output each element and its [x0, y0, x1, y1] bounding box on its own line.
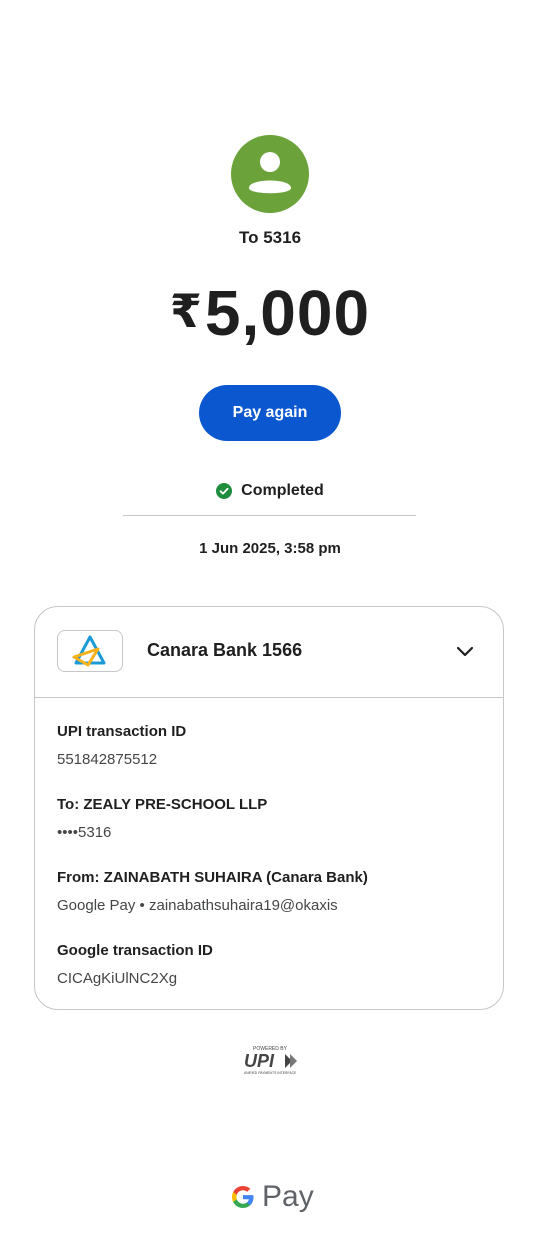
recipient-label: To 5316: [238, 228, 302, 247]
divider: [123, 515, 416, 516]
google-g-icon: [232, 1186, 254, 1208]
recipient-avatar: [231, 135, 309, 213]
google-pay-logo: Pay: [229, 1180, 314, 1214]
bank-account-row[interactable]: Canara Bank 1566: [35, 607, 503, 698]
amount-value: 5,000: [204, 277, 371, 349]
upi-wordmark: UPI: [244, 1051, 275, 1071]
from-label: From: ZAINABATH SUHAIRA (Canara Bank): [57, 869, 368, 886]
upi-transaction-id-label: UPI transaction ID: [57, 723, 187, 740]
status-row: Completed: [0, 482, 540, 500]
pay-again-button[interactable]: Pay again: [199, 385, 341, 441]
bank-name: Canara Bank 1566: [147, 640, 303, 660]
currency-symbol: ₹: [169, 285, 203, 337]
check-circle-icon: [216, 483, 233, 499]
from-account-value: Google Pay • zainabathsuhaira19@okaxis: [57, 897, 338, 914]
upi-tagline: UNIFIED PAYMENTS INTERFACE: [244, 1071, 297, 1075]
chevron-down-icon[interactable]: [455, 641, 475, 661]
upi-logo: POWERED BY UPI UNIFIED PAYMENTS INTERFAC…: [244, 1046, 297, 1075]
transaction-details-card: Canara Bank 1566 UPI transaction ID 5518…: [34, 606, 504, 1010]
payment-amount: ₹5,000: [0, 272, 540, 352]
google-transaction-id-label: Google transaction ID: [57, 942, 213, 959]
google-transaction-id-value: CICAgKiUlNC2Xg: [57, 970, 178, 987]
bank-logo-icon: [72, 635, 106, 667]
upi-transaction-id-value: 551842875512: [57, 751, 158, 768]
to-label: To: ZEALY PRE-SCHOOL LLP: [57, 796, 268, 813]
person-icon: [249, 152, 291, 194]
transaction-datetime: 1 Jun 2025, 3:58 pm: [199, 540, 341, 557]
status-label: Completed: [241, 482, 324, 499]
google-pay-wordmark: Pay: [262, 1180, 314, 1213]
to-account-value: ••••5316: [57, 824, 112, 841]
canara-bank-logo: [57, 630, 123, 672]
